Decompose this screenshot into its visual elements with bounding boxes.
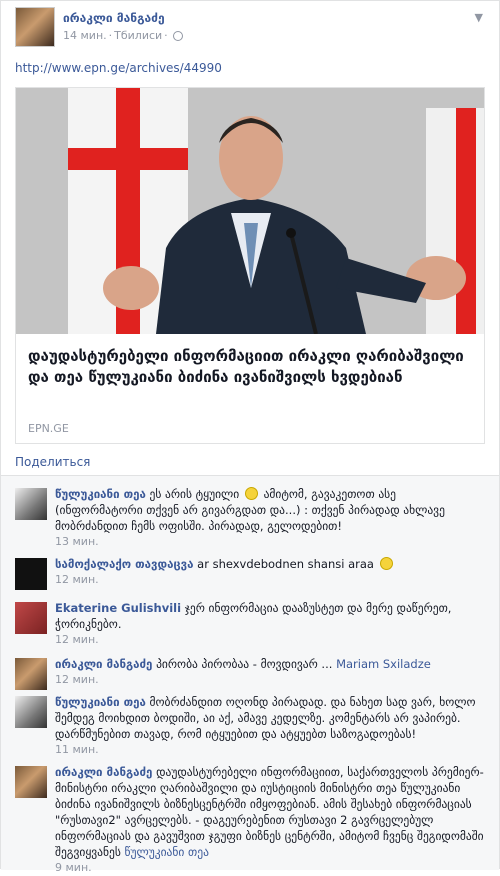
smiley-icon bbox=[379, 557, 393, 570]
press-conference-photo bbox=[16, 88, 484, 334]
smiley-icon bbox=[244, 487, 258, 500]
chevron-down-icon[interactable]: ▼ bbox=[475, 11, 483, 24]
card-title[interactable]: დაუდასტურებელი ინფორმაციით ირაკლი ღარიბა… bbox=[28, 346, 478, 388]
mention-link[interactable]: წულუკიანი თეა bbox=[125, 845, 209, 859]
commenter-avatar[interactable] bbox=[15, 766, 47, 798]
commenter-avatar[interactable] bbox=[15, 696, 47, 728]
comment-text: ar shexvdebodnen shansi araa bbox=[197, 557, 374, 571]
post-meta: 14 мин. · Тбилиси · bbox=[63, 29, 183, 42]
share-link[interactable]: Поделиться bbox=[15, 455, 90, 469]
comment-time[interactable]: 11 мин. bbox=[55, 742, 485, 758]
commenter-name[interactable]: სამოქალაქო თავდაცვა bbox=[55, 557, 193, 571]
author-avatar[interactable] bbox=[15, 7, 55, 47]
commenter-name[interactable]: წულუკიანი თეა bbox=[55, 695, 146, 709]
comment-text: ეს არის ტყუილი bbox=[149, 487, 240, 501]
comment-time[interactable]: 12 мин. bbox=[55, 632, 485, 648]
commenter-name[interactable]: წულუკიანი თეა bbox=[55, 487, 146, 501]
globe-icon[interactable] bbox=[172, 30, 183, 41]
commenter-avatar[interactable] bbox=[15, 558, 47, 590]
commenter-avatar[interactable] bbox=[15, 602, 47, 634]
comment-text: დაუდასტურებელი ინფორმაციით, საქართველოს … bbox=[55, 765, 484, 859]
post-link[interactable]: http://www.epn.ge/archives/44990 bbox=[15, 61, 222, 75]
meta-separator: · bbox=[108, 29, 113, 42]
comments-section: წულუკიანი თეა ეს არის ტყუილი ამიტომ, გავ… bbox=[1, 475, 499, 874]
card-source: EPN.GE bbox=[28, 422, 69, 435]
meta-separator: · bbox=[164, 29, 168, 42]
comment-time[interactable]: 9 мин. bbox=[55, 860, 485, 876]
comment-time[interactable]: 12 мин. bbox=[55, 572, 485, 588]
commenter-name[interactable]: ირაკლი მანგაძე bbox=[55, 657, 152, 671]
commenter-name[interactable]: ირაკლი მანგაძე bbox=[55, 765, 152, 779]
commenter-name[interactable]: Ekaterine Gulishvili bbox=[55, 601, 181, 615]
commenter-avatar[interactable] bbox=[15, 488, 47, 520]
comment-text: პირობა პირობაა - მოვდივარ ... bbox=[156, 657, 333, 671]
comment-time[interactable]: 13 мин. bbox=[55, 534, 485, 550]
mention-link[interactable]: Mariam Sxiladze bbox=[336, 657, 431, 671]
comment-time[interactable]: 12 мин. bbox=[55, 672, 485, 688]
post-time[interactable]: 14 мин. bbox=[63, 29, 107, 42]
commenter-avatar[interactable] bbox=[15, 658, 47, 690]
post-author[interactable]: ირაკლი მანგაძე bbox=[63, 11, 165, 25]
post-location[interactable]: Тбилиси bbox=[114, 29, 162, 42]
link-preview-card[interactable]: დაუდასტურებელი ინფორმაციით ირაკლი ღარიბა… bbox=[15, 87, 485, 444]
feed-post: ირაკლი მანგაძე 14 мин. · Тбилиси · ▼ htt… bbox=[0, 0, 500, 874]
preview-image[interactable] bbox=[16, 88, 484, 334]
